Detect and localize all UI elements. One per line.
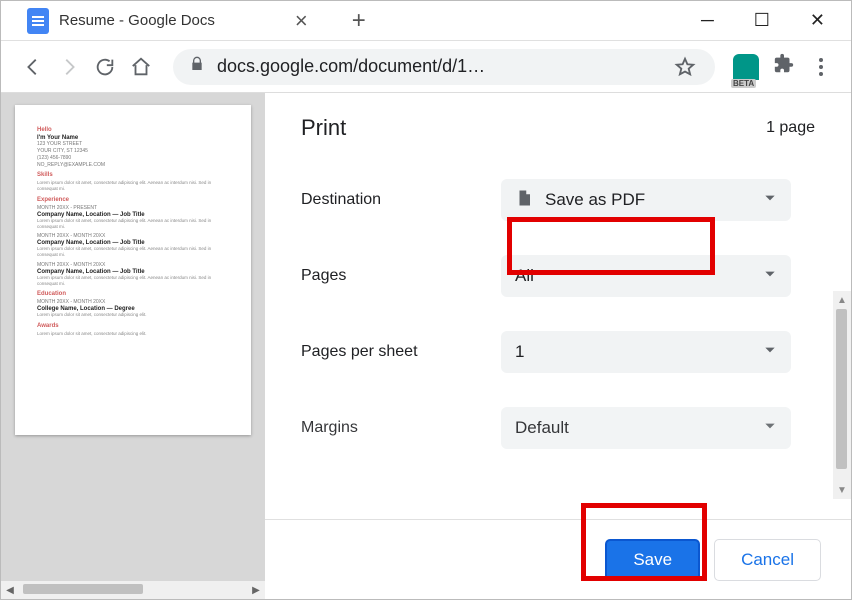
address-bar: docs.google.com/document/d/1… [1, 41, 851, 93]
print-preview-pane: Hello I'm Your Name 123 YOUR STREET YOUR… [1, 93, 265, 599]
destination-dropdown[interactable]: Save as PDF [501, 179, 791, 221]
pages-dropdown[interactable]: All [501, 255, 791, 297]
scroll-right-icon[interactable]: ▶ [247, 581, 265, 599]
minimize-button[interactable]: ─ [701, 10, 714, 31]
scrollbar-thumb[interactable] [23, 584, 143, 594]
reload-button[interactable] [91, 56, 119, 78]
print-footer: Save Cancel [265, 519, 851, 599]
print-header: Print 1 page [301, 115, 815, 141]
margins-label: Margins [301, 419, 501, 437]
document-thumbnail[interactable]: Hello I'm Your Name 123 YOUR STREET YOUR… [15, 105, 251, 435]
settings-vertical-scrollbar[interactable]: ▲ ▼ [833, 291, 851, 499]
print-dialog: Hello I'm Your Name 123 YOUR STREET YOUR… [1, 93, 851, 599]
bookmark-star-icon[interactable] [671, 56, 699, 78]
beta-extension-icon[interactable] [733, 54, 759, 80]
scroll-left-icon[interactable]: ◀ [1, 581, 19, 599]
chevron-down-icon [763, 419, 777, 438]
destination-label: Destination [301, 191, 501, 209]
extensions-button[interactable] [773, 53, 795, 80]
preview-horizontal-scrollbar[interactable]: ◀ ▶ [1, 581, 265, 599]
scrollbar-track[interactable] [833, 309, 851, 481]
omnibox[interactable]: docs.google.com/document/d/1… [173, 49, 715, 85]
back-button[interactable] [19, 56, 47, 78]
cancel-button[interactable]: Cancel [714, 539, 821, 581]
url-text: docs.google.com/document/d/1… [217, 56, 485, 77]
pages-label: Pages [301, 267, 501, 285]
pages-per-sheet-label: Pages per sheet [301, 343, 501, 361]
margins-dropdown[interactable]: Default [501, 407, 791, 449]
tab-title: Resume - Google Docs [59, 12, 215, 29]
browser-tab[interactable]: Resume - Google Docs × [13, 2, 322, 40]
google-docs-icon [27, 8, 49, 34]
maximize-button[interactable]: ☐ [754, 10, 770, 31]
forward-button[interactable] [55, 56, 83, 78]
chevron-down-icon [763, 343, 777, 362]
chevron-down-icon [763, 191, 777, 210]
chrome-menu-button[interactable] [809, 58, 833, 76]
scrollbar-thumb[interactable] [836, 309, 847, 469]
scrollbar-track[interactable] [19, 581, 247, 599]
print-title: Print [301, 115, 346, 141]
print-settings-pane: Print 1 page Destination Save as PDF Pag… [265, 93, 851, 599]
lock-icon [189, 56, 205, 77]
pages-per-sheet-dropdown[interactable]: 1 [501, 331, 791, 373]
titlebar: Resume - Google Docs × + ─ ☐ ✕ [1, 1, 851, 41]
home-button[interactable] [127, 56, 155, 78]
window-controls: ─ ☐ ✕ [701, 10, 851, 31]
chevron-down-icon [763, 267, 777, 286]
save-button[interactable]: Save [605, 539, 700, 581]
scroll-down-icon[interactable]: ▼ [833, 481, 851, 499]
close-tab-button[interactable]: × [295, 8, 308, 34]
pdf-file-icon [515, 187, 545, 214]
scroll-up-icon[interactable]: ▲ [833, 291, 851, 309]
new-tab-button[interactable]: + [352, 7, 366, 35]
page-count: 1 page [766, 119, 815, 137]
close-window-button[interactable]: ✕ [810, 10, 825, 31]
